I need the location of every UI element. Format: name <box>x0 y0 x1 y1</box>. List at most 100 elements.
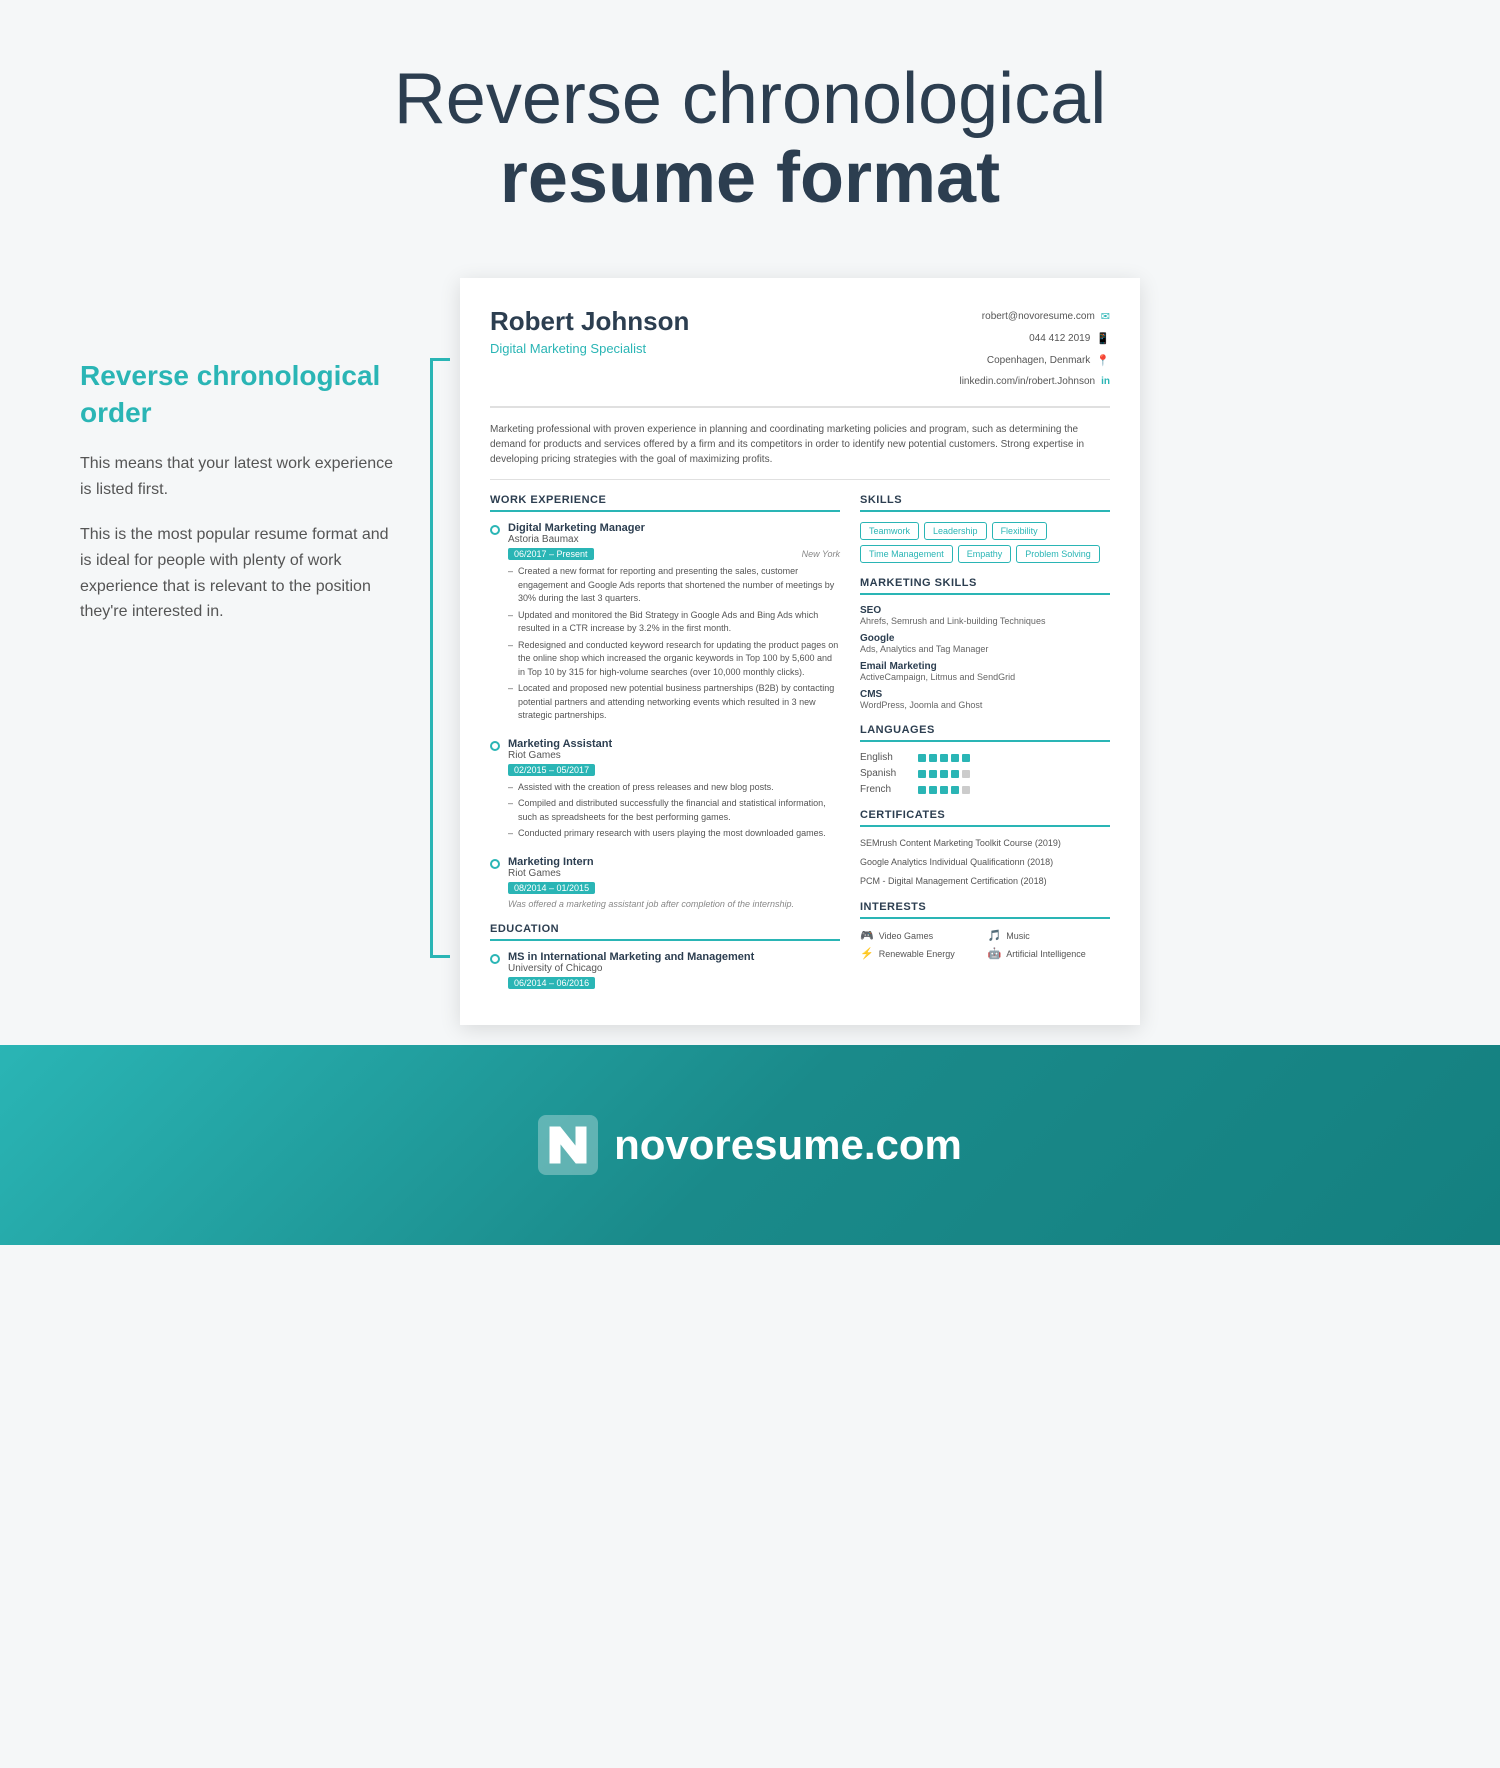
lang-name-english: English <box>860 752 910 763</box>
dot <box>962 754 970 762</box>
job-item-2: Marketing Assistant Riot Games 02/2015 –… <box>490 738 840 844</box>
sidebar-text-2: This is the most popular resume format a… <box>80 522 400 624</box>
header-section: Reverse chronological resume format <box>0 0 1500 258</box>
interests-grid: 🎮 Video Games 🎵 Music ⚡ Renewable Energy <box>860 929 1110 960</box>
ms-detail-cms: WordPress, Joomla and Ghost <box>860 700 1110 710</box>
sidebar-text-1: This means that your latest work experie… <box>80 451 400 502</box>
phone-text: 044 412 2019 <box>1029 329 1090 349</box>
skill-problem-solving: Problem Solving <box>1016 545 1100 563</box>
job-item-1: Digital Marketing Manager Astoria Baumax… <box>490 522 840 726</box>
resume-card: Robert Johnson Digital Marketing Special… <box>460 278 1140 1025</box>
lang-dots-english <box>918 754 970 762</box>
ms-item-seo: SEO Ahrefs, Semrush and Link-building Te… <box>860 605 1110 626</box>
marketing-skills-list: SEO Ahrefs, Semrush and Link-building Te… <box>860 605 1110 710</box>
ai-icon: 🤖 <box>988 947 1002 960</box>
dot <box>951 754 959 762</box>
job-title-3: Marketing Intern <box>508 856 840 868</box>
interests-section-title: INTERESTS <box>860 901 1110 919</box>
interest-label-ai: Artificial Intelligence <box>1006 949 1086 959</box>
interest-ai: 🤖 Artificial Intelligence <box>988 947 1111 960</box>
cert-item-3: PCM - Digital Management Certification (… <box>860 875 1110 888</box>
job-meta-2: 02/2015 – 05/2017 <box>508 764 840 776</box>
resume-summary: Marketing professional with proven exper… <box>490 422 1110 480</box>
contact-email: robert@novoresume.com ✉ <box>959 306 1110 328</box>
job-details-3: Marketing Intern Riot Games 08/2014 – 01… <box>508 856 840 909</box>
lang-name-spanish: Spanish <box>860 768 910 779</box>
skills-tags: Teamwork Leadership Flexibility Time Man… <box>860 522 1110 563</box>
page-wrapper: Reverse chronological resume format Reve… <box>0 0 1500 1245</box>
job-date-1: 06/2017 – Present <box>508 548 594 560</box>
edu-school-1: University of Chicago <box>508 963 754 974</box>
lang-dots-spanish <box>918 770 970 778</box>
location-icon: 📍 <box>1096 350 1110 372</box>
ms-item-cms: CMS WordPress, Joomla and Ghost <box>860 689 1110 710</box>
bullet-2-2: Compiled and distributed successfully th… <box>508 797 840 824</box>
email-icon: ✉ <box>1101 306 1110 328</box>
lang-name-french: French <box>860 784 910 795</box>
resume-header: Robert Johnson Digital Marketing Special… <box>490 306 1110 408</box>
ms-detail-google: Ads, Analytics and Tag Manager <box>860 644 1110 654</box>
ms-title-email: Email Marketing <box>860 661 1110 672</box>
music-icon: 🎵 <box>988 929 1002 942</box>
renewable-energy-icon: ⚡ <box>860 947 874 960</box>
interest-label-renewable-energy: Renewable Energy <box>879 949 955 959</box>
languages-section-title: LANGUAGES <box>860 724 1110 742</box>
bullet-2-1: Assisted with the creation of press rele… <box>508 781 840 795</box>
job-circle-1 <box>490 525 500 535</box>
ms-item-google: Google Ads, Analytics and Tag Manager <box>860 633 1110 654</box>
edu-circle-1 <box>490 954 500 964</box>
job-title-1: Digital Marketing Manager <box>508 522 840 534</box>
edu-item-1: MS in International Marketing and Manage… <box>490 951 840 989</box>
video-games-icon: 🎮 <box>860 929 874 942</box>
job-circle-2 <box>490 741 500 751</box>
interest-video-games: 🎮 Video Games <box>860 929 983 942</box>
interest-label-music: Music <box>1006 931 1030 941</box>
certificates-section-title: CERTIFICATES <box>860 809 1110 827</box>
ms-title-google: Google <box>860 633 1110 644</box>
job-date-2: 02/2015 – 05/2017 <box>508 764 595 776</box>
job-company-3: Riot Games <box>508 868 840 879</box>
dot <box>918 754 926 762</box>
job-meta-1: 06/2017 – Present New York <box>508 548 840 560</box>
resume-identity: Robert Johnson Digital Marketing Special… <box>490 306 689 355</box>
edu-degree-1: MS in International Marketing and Manage… <box>508 951 754 963</box>
certificates-list: SEMrush Content Marketing Toolkit Course… <box>860 837 1110 887</box>
main-content: Reverse chronological order This means t… <box>0 258 1500 1045</box>
resume-body: WORK EXPERIENCE Digital Marketing Manage… <box>490 494 1110 997</box>
job-company-1: Astoria Baumax <box>508 534 840 545</box>
marketing-skills-section-title: MARKETING SKILLS <box>860 577 1110 595</box>
dot <box>929 786 937 794</box>
skills-section-title: SKILLS <box>860 494 1110 512</box>
novoresume-logo: novoresume.com <box>538 1115 962 1175</box>
linkedin-text: linkedin.com/in/robert.Johnson <box>959 372 1095 392</box>
resume-job-title: Digital Marketing Specialist <box>490 341 689 356</box>
bullet-2-3: Conducted primary research with users pl… <box>508 827 840 841</box>
job-bullets-2: Assisted with the creation of press rele… <box>508 781 840 841</box>
cert-item-1: SEMrush Content Marketing Toolkit Course… <box>860 837 1110 850</box>
phone-icon: 📱 <box>1096 328 1110 350</box>
ms-item-email: Email Marketing ActiveCampaign, Litmus a… <box>860 661 1110 682</box>
languages-list: English Spanish <box>860 752 1110 795</box>
job-title-2: Marketing Assistant <box>508 738 840 750</box>
ms-detail-seo: Ahrefs, Semrush and Link-building Techni… <box>860 616 1110 626</box>
dot <box>951 786 959 794</box>
skill-time-management: Time Management <box>860 545 953 563</box>
skill-teamwork: Teamwork <box>860 522 919 540</box>
job-details-1: Digital Marketing Manager Astoria Baumax… <box>508 522 840 726</box>
contact-linkedin: linkedin.com/in/robert.Johnson in <box>959 372 1110 392</box>
contact-location: Copenhagen, Denmark 📍 <box>959 350 1110 372</box>
job-company-2: Riot Games <box>508 750 840 761</box>
dot <box>918 786 926 794</box>
job-meta-3: 08/2014 – 01/2015 <box>508 882 840 894</box>
dot <box>962 786 970 794</box>
linkedin-icon: in <box>1101 372 1110 392</box>
dot <box>918 770 926 778</box>
ms-title-seo: SEO <box>860 605 1110 616</box>
bullet-1-4: Located and proposed new potential busin… <box>508 682 840 723</box>
skill-empathy: Empathy <box>958 545 1012 563</box>
skill-leadership: Leadership <box>924 522 987 540</box>
job-bullets-1: Created a new format for reporting and p… <box>508 565 840 723</box>
interest-label-video-games: Video Games <box>879 931 933 941</box>
lang-dots-french <box>918 786 970 794</box>
dot <box>929 754 937 762</box>
